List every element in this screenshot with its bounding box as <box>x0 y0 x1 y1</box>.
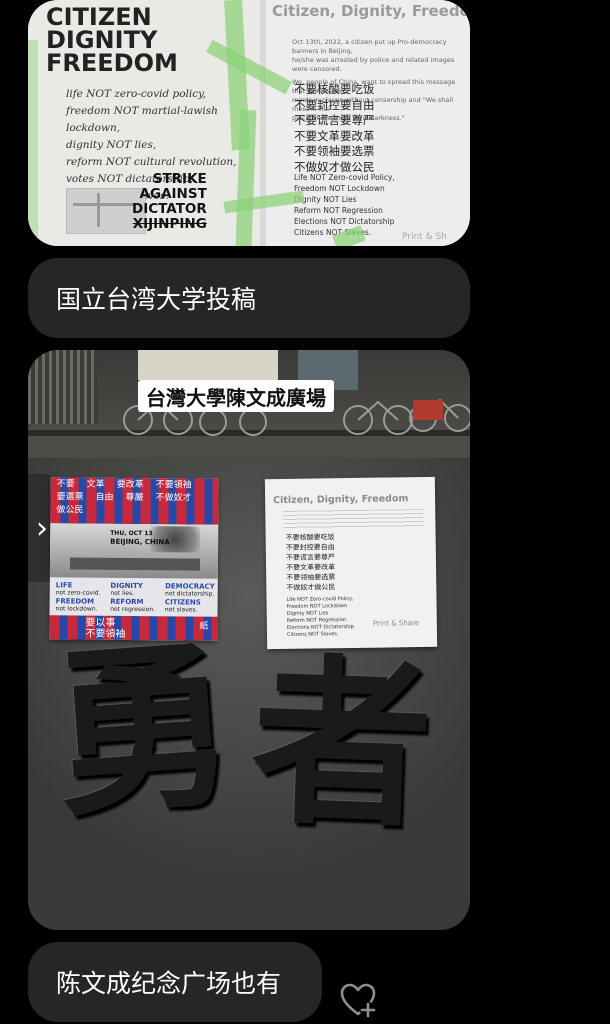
photo-ground-strip <box>28 436 470 458</box>
poster-slogan-grid: LIFE not zero-covid. DIGNITY not lies. DEM… <box>55 581 215 614</box>
strike-text: STRIKE AGAINST DICTATOR XIJINPING <box>132 171 207 232</box>
message-bubble[interactable]: 国立台湾大学投稿 <box>28 258 470 338</box>
message-photo-posters[interactable]: CITIZEN DIGNITY FREEDOM life NOT zero-co… <box>28 0 470 246</box>
message-text: 陈文成纪念广场也有 <box>56 969 282 998</box>
message-text: 国立台湾大学投稿 <box>56 285 257 314</box>
right-poster-title: Citizen, Dignity, Freedom <box>272 2 470 20</box>
poster-cn-cells: 不要 文革 要改革 不要領袖 要選票 自由 尊嚴 不做奴才 做公民 <box>56 479 192 516</box>
tape-strip <box>28 40 38 240</box>
heart-plus-icon[interactable] <box>338 980 378 1020</box>
right-poster-title: Citizen, Dignity, Freedom <box>273 493 409 507</box>
right-poster-intro-lines <box>283 508 424 529</box>
right-poster: Citizen, Dignity, Freedom Oct 13th, 2022… <box>266 0 470 246</box>
poster-headline-place: BEIJING, CHINA <box>110 537 170 547</box>
right-poster-chinese-slogans: 不要核酸要吃饭 不要封控要自由 不要谎言要尊严 不要文革要改革 不要领袖要选票 … <box>285 533 336 592</box>
right-poster-footer: Print & Sh <box>402 232 447 242</box>
poster-title: CITIZEN DIGNITY FREEDOM <box>46 3 178 77</box>
ground-left-poster: 不要 文革 要改革 不要領袖 要選票 自由 尊嚴 不做奴才 做公民 THU, O… <box>49 477 219 641</box>
inscription-character: 勇 <box>46 620 242 843</box>
photo-caption: 台灣大學陳文成廣場 <box>138 380 334 412</box>
right-poster-footer: Print & Share <box>372 619 420 628</box>
poster-headline-date: THU, OCT 13 <box>110 529 153 538</box>
right-poster-chinese-slogans: 不要核酸要吃饭 不要封控要自由 不要谎言要尊严 不要文革要改革 不要领袖要选票 … <box>294 82 375 174</box>
right-poster-english-slogans: Life NOT Zero-covid Policy, Freedom NOT … <box>286 595 354 638</box>
message-bubble[interactable]: 陈文成纪念广场也有 <box>28 942 322 1022</box>
chevron-right-icon: › <box>36 510 48 546</box>
inscription-character: 者 <box>248 637 436 854</box>
ground-right-poster: Citizen, Dignity, Freedom 不要核酸要吃饭 不要封控要自… <box>264 476 438 650</box>
poster-news-photo: THU, OCT 13 BEIJING, CHINA <box>49 523 219 579</box>
message-photo-plaza[interactable]: 台灣大學陳文成廣場 › 不要 文革 要改革 不要領袖 要選票 自由 尊嚴 不做奴… <box>28 350 470 930</box>
photo-window <box>138 350 278 380</box>
right-poster-english-slogans: Life NOT Zero-covid Policy, Freedom NOT … <box>294 173 395 237</box>
